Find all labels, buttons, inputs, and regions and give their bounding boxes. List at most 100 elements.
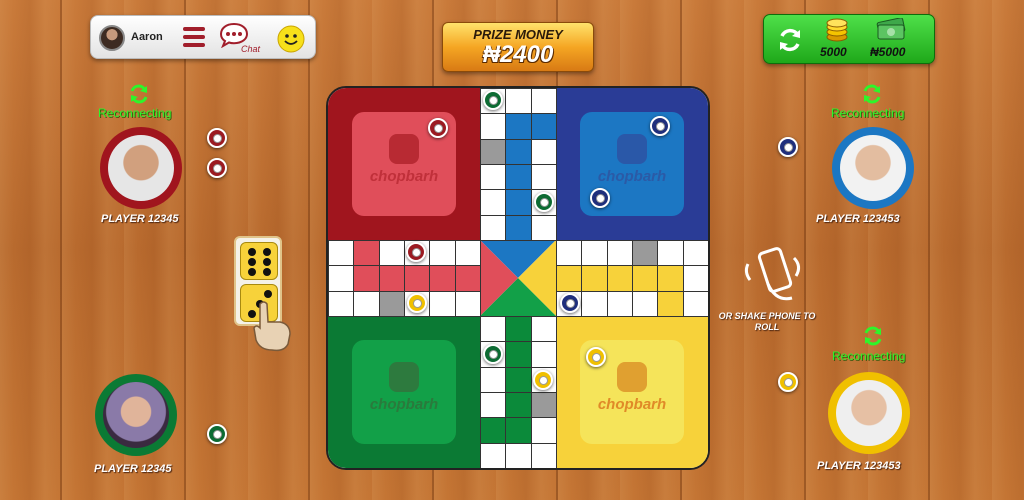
token-blue[interactable] xyxy=(560,293,580,313)
logo-icon xyxy=(617,134,647,164)
token-red[interactable] xyxy=(406,242,426,262)
track-cell xyxy=(530,417,557,444)
track-cell xyxy=(479,442,507,468)
track-cell xyxy=(403,265,431,292)
token-yellow[interactable] xyxy=(533,370,553,390)
track-cell xyxy=(505,214,532,241)
player-name-top-right: PLAYER 123453 xyxy=(816,213,900,225)
reconnect-status: Reconnecting xyxy=(832,349,906,363)
logo-icon xyxy=(389,362,419,392)
prize-title: PRIZE MONEY xyxy=(473,27,563,42)
track-cell xyxy=(479,366,507,393)
avatar xyxy=(103,382,169,448)
track-cell xyxy=(581,265,608,292)
track-cell xyxy=(682,239,708,267)
reconnect-status: Reconnecting xyxy=(98,106,172,120)
shake-hint: OR SHAKE PHONE TO ROLL xyxy=(718,311,816,332)
track-cell xyxy=(505,442,532,468)
track-cell xyxy=(530,138,557,165)
track-cell xyxy=(378,265,405,292)
refresh-icon[interactable] xyxy=(776,26,804,54)
dice-pip xyxy=(264,290,272,298)
track-cell xyxy=(505,341,532,368)
track-cell xyxy=(505,88,532,115)
token-blue[interactable] xyxy=(590,188,610,208)
track-cell xyxy=(682,265,708,292)
logo-icon xyxy=(617,362,647,392)
track-cell xyxy=(505,417,532,444)
dice-pip xyxy=(248,248,256,256)
ludo-board: chopbarh chopbarh chopbarh chopbarh xyxy=(326,86,710,470)
player-avatar-bottom-right[interactable] xyxy=(828,372,910,454)
profile-name: Aaron xyxy=(131,31,163,43)
track-cell xyxy=(479,417,507,444)
track-cell xyxy=(479,214,507,241)
track-cell xyxy=(530,391,557,419)
track-cell xyxy=(606,239,633,267)
chat-label[interactable]: Chat xyxy=(241,44,260,54)
die-top[interactable] xyxy=(240,242,278,280)
track-cell xyxy=(353,265,380,292)
dice-pip xyxy=(248,268,256,276)
token-green[interactable] xyxy=(207,424,227,444)
player-avatar-top-left[interactable] xyxy=(100,127,182,209)
track-cell xyxy=(631,265,659,292)
track-cell xyxy=(530,341,557,368)
track-cell xyxy=(505,163,532,191)
track-cell xyxy=(581,290,608,317)
track-cell xyxy=(479,315,507,343)
track-cell xyxy=(631,239,659,267)
emoji-icon[interactable] xyxy=(277,25,305,53)
track-cell xyxy=(555,239,583,267)
track-cell xyxy=(479,138,507,165)
token-blue[interactable] xyxy=(650,116,670,136)
track-cell xyxy=(479,163,507,191)
home-green: chopbarh xyxy=(328,316,480,468)
token-yellow[interactable] xyxy=(586,347,606,367)
dice-pip xyxy=(248,258,256,266)
token-green[interactable] xyxy=(534,192,554,212)
logo-text: chopbarh xyxy=(597,168,667,185)
token-red[interactable] xyxy=(428,118,448,138)
track-cell xyxy=(479,391,507,419)
player-avatar-top-right[interactable] xyxy=(832,127,914,209)
player-avatar-bottom-left[interactable] xyxy=(95,374,177,456)
track-cell xyxy=(505,366,532,393)
logo-text: chopbarh xyxy=(597,396,667,413)
tap-hand-icon xyxy=(253,301,291,352)
track-cell xyxy=(631,290,659,317)
track-cell xyxy=(429,239,456,267)
shake-phone-icon xyxy=(744,247,801,301)
track-cell xyxy=(530,163,557,191)
track-cell xyxy=(328,265,355,292)
track-cell xyxy=(505,315,532,343)
track-cell xyxy=(378,239,405,267)
logo-icon xyxy=(389,134,419,164)
prize-amount: ₦2400 xyxy=(482,41,554,68)
home-red: chopbarh xyxy=(328,88,480,240)
wallet-panel: 5000 ₦5000 xyxy=(763,14,935,64)
token-red[interactable] xyxy=(207,128,227,148)
track-cell xyxy=(505,138,532,165)
reconnect-icon xyxy=(130,84,148,104)
track-cell xyxy=(479,189,507,216)
track-cell xyxy=(378,290,405,317)
token-yellow[interactable] xyxy=(407,293,427,313)
cash-balance: ₦5000 xyxy=(870,45,906,59)
menu-icon[interactable] xyxy=(183,27,205,49)
profile-avatar[interactable] xyxy=(99,25,125,51)
token-green[interactable] xyxy=(483,90,503,110)
profile-bar: Aaron Chat xyxy=(90,15,316,59)
reconnect-status: Reconnecting xyxy=(831,106,905,120)
token-green[interactable] xyxy=(483,344,503,364)
player-name-bottom-left: PLAYER 12345 xyxy=(94,463,172,475)
track-cell xyxy=(505,189,532,216)
avatar xyxy=(840,135,906,201)
token-red[interactable] xyxy=(207,158,227,178)
track-cell xyxy=(353,290,380,317)
home-yellow: chopbarh xyxy=(556,316,708,468)
token-yellow[interactable] xyxy=(778,372,798,392)
track-cell xyxy=(530,315,557,343)
token-blue[interactable] xyxy=(778,137,798,157)
coins-icon xyxy=(826,18,848,42)
